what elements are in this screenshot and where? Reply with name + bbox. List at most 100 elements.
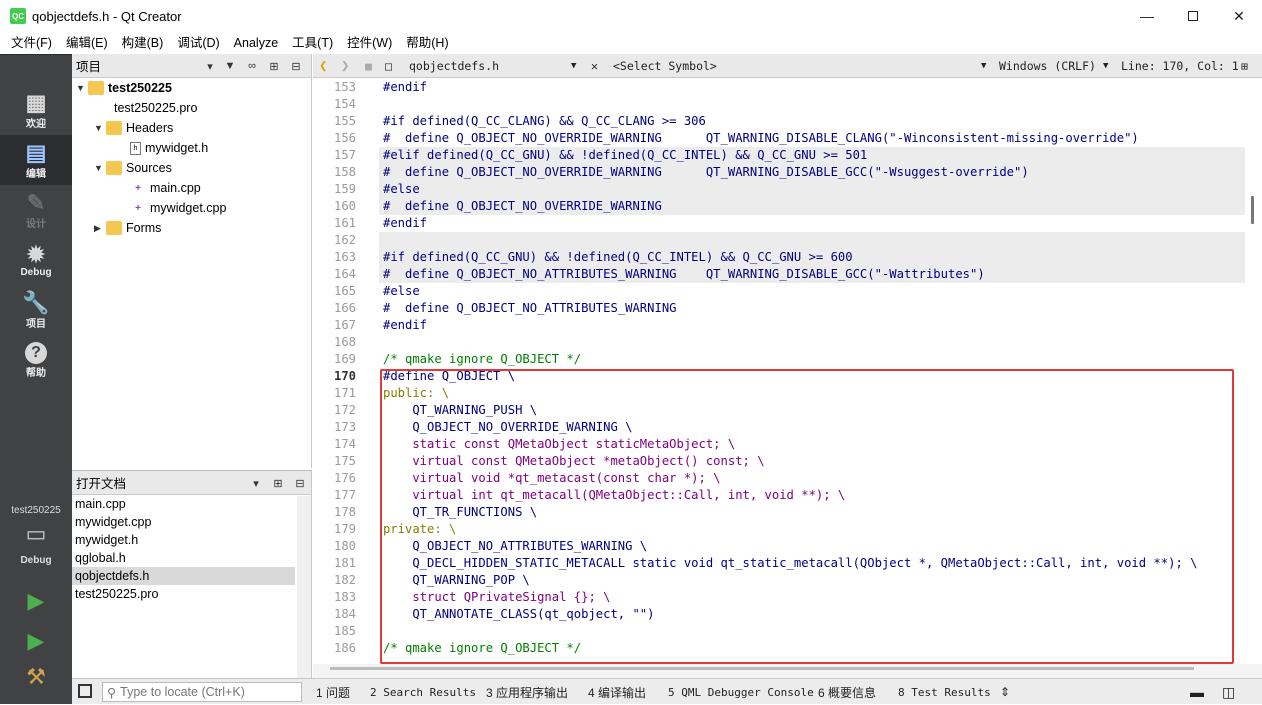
mode-debug[interactable]: ✹ Debug xyxy=(0,235,72,285)
mode-projects[interactable]: 🔧 项目 xyxy=(0,285,72,335)
code-line[interactable]: # define Q_OBJECT_NO_OVERRIDE_WARNING QT… xyxy=(379,164,1245,181)
tree-item-pro[interactable]: test250225.pro xyxy=(114,98,197,118)
menu-file[interactable]: 文件(F) xyxy=(4,32,59,54)
split-icon[interactable]: ⊞ xyxy=(268,471,288,495)
close-file-icon[interactable]: ✕ xyxy=(591,54,598,78)
line-ending-selector[interactable]: Windows (CRLF) xyxy=(999,54,1096,78)
tree-sources[interactable]: ▼ Sources xyxy=(94,158,172,178)
tab-general-messages[interactable]: 6 概要信息 xyxy=(818,679,876,705)
code-line[interactable]: #else xyxy=(379,283,1245,300)
code-line[interactable]: # define Q_OBJECT_NO_ATTRIBUTES_WARNING … xyxy=(379,266,1245,283)
code-line[interactable]: #else xyxy=(379,181,1245,198)
menu-analyze[interactable]: Analyze xyxy=(227,32,285,54)
debug-run-icon[interactable]: ▶ xyxy=(22,627,50,655)
chevron-down-icon[interactable]: ▾ xyxy=(200,54,220,78)
open-doc-item[interactable]: main.cpp xyxy=(72,495,295,513)
code-line[interactable] xyxy=(379,232,1245,249)
filter-icon[interactable]: ▼ xyxy=(220,54,240,78)
tabs-overflow-icon[interactable]: ⇕ xyxy=(1000,679,1010,705)
tree-headers[interactable]: ▼ Headers xyxy=(94,118,173,138)
line-number: 180 xyxy=(333,539,356,553)
chevron-down-icon[interactable]: ▼ xyxy=(94,123,106,133)
close-window-button[interactable]: ✕ xyxy=(1216,0,1262,32)
line-number: 167 xyxy=(333,318,356,332)
editor-vertical-scrollbar[interactable] xyxy=(1245,79,1262,669)
close-pane-icon[interactable]: ⊟ xyxy=(290,471,310,495)
line-number: 183 xyxy=(333,590,356,604)
chevron-down-icon[interactable]: ▼ xyxy=(76,83,88,93)
monitor-icon[interactable]: ▭ xyxy=(22,521,50,546)
close-pane-icon[interactable]: ⊟ xyxy=(286,54,306,78)
minimize-button[interactable]: — xyxy=(1124,0,1170,32)
back-icon[interactable]: ❮ xyxy=(319,54,327,78)
code-line[interactable]: # define Q_OBJECT_NO_ATTRIBUTES_WARNING xyxy=(379,300,1245,317)
code-line[interactable]: #if defined(Q_CC_CLANG) && Q_CC_CLANG >=… xyxy=(379,113,1245,130)
cursor-position[interactable]: Line: 170, Col: 1 xyxy=(1121,54,1239,78)
chevron-down-icon[interactable]: ▼ xyxy=(1103,54,1108,78)
symbol-selector[interactable]: <Select Symbol> xyxy=(613,54,717,78)
tree-item-mywidget-h[interactable]: h mywidget.h xyxy=(130,138,208,158)
run-icon[interactable]: ▶ xyxy=(22,587,50,615)
editor-horizontal-thumb[interactable] xyxy=(330,667,1194,670)
locator-input[interactable]: ⚲ Type to locate (Ctrl+K) xyxy=(102,682,302,702)
mode-help-label: 帮助 xyxy=(26,367,46,379)
forward-icon[interactable]: ❯ xyxy=(341,54,349,78)
mode-design[interactable]: ✎ 设计 xyxy=(0,185,72,235)
tab-qml-debugger-console[interactable]: 5 QML Debugger Console xyxy=(668,679,814,705)
code-line[interactable]: # define Q_OBJECT_NO_OVERRIDE_WARNING xyxy=(379,198,1245,215)
tree-item-main-cpp[interactable]: + main.cpp xyxy=(130,178,201,198)
menu-tools[interactable]: 工具(T) xyxy=(285,32,340,54)
chevron-right-icon[interactable]: ▶ xyxy=(94,223,106,234)
open-documents-scrollbar[interactable] xyxy=(297,496,311,679)
menu-debug[interactable]: 调试(D) xyxy=(170,32,226,54)
kit-build-config[interactable]: Debug xyxy=(0,555,72,566)
right-sidebar-toggle-icon[interactable]: ◫ xyxy=(1222,679,1235,705)
line-number: 165 xyxy=(333,284,356,298)
code-line[interactable]: #endif xyxy=(379,79,1245,96)
line-number: 172 xyxy=(333,403,356,417)
code-line[interactable]: # define Q_OBJECT_NO_OVERRIDE_WARNING QT… xyxy=(379,130,1245,147)
open-doc-item-selected[interactable]: qobjectdefs.h xyxy=(72,567,295,585)
code-line[interactable]: #if defined(Q_CC_GNU) && !defined(Q_CC_I… xyxy=(379,249,1245,266)
open-doc-item[interactable]: mywidget.cpp xyxy=(72,513,295,531)
code-line[interactable]: #endif xyxy=(379,215,1245,232)
hammer-icon[interactable]: ⚒ xyxy=(22,663,50,691)
menu-widgets[interactable]: 控件(W) xyxy=(340,32,399,54)
tree-label: Headers xyxy=(126,121,174,135)
mode-projects-label: 项目 xyxy=(26,318,46,330)
chevron-down-icon[interactable]: ▼ xyxy=(981,54,986,78)
tab-issues[interactable]: 1 问题 xyxy=(316,679,350,705)
tab-application-output[interactable]: 3 应用程序输出 xyxy=(486,679,568,705)
code-line[interactable]: #elif defined(Q_CC_GNU) && !defined(Q_CC… xyxy=(379,147,1245,164)
tab-compile-output[interactable]: 4 编译输出 xyxy=(588,679,646,705)
open-doc-item[interactable]: test250225.pro xyxy=(72,585,295,603)
chevron-down-icon[interactable]: ▾ xyxy=(246,471,266,495)
mode-welcome[interactable]: ▦ 欢迎 xyxy=(0,85,72,135)
tree-item-mywidget-cpp[interactable]: + mywidget.cpp xyxy=(130,198,226,218)
mode-edit-label: 编辑 xyxy=(26,168,46,180)
menu-help[interactable]: 帮助(H) xyxy=(399,32,455,54)
tab-search-results[interactable]: 2 Search Results xyxy=(370,679,476,705)
menu-edit[interactable]: 编辑(E) xyxy=(59,32,115,54)
editor-scroll-thumb[interactable] xyxy=(1251,196,1254,224)
tab-test-results[interactable]: 8 Test Results xyxy=(898,679,991,705)
chevron-down-icon[interactable]: ▼ xyxy=(571,54,576,78)
tree-project-root[interactable]: ▼ test250225 xyxy=(76,78,172,98)
tree-forms[interactable]: ▶ Forms xyxy=(94,218,161,238)
open-doc-item[interactable]: qglobal.h xyxy=(72,549,295,567)
chevron-down-icon[interactable]: ▼ xyxy=(94,163,106,173)
output-toggle-icon[interactable]: ▬ xyxy=(1190,679,1204,705)
tree-label: mywidget.cpp xyxy=(150,201,227,215)
mode-help[interactable]: ? 帮助 xyxy=(0,335,72,385)
link-icon[interactable]: ∞ xyxy=(242,54,262,78)
code-line[interactable]: /* qmake ignore Q_OBJECT */ xyxy=(379,351,1245,368)
menu-build[interactable]: 构建(B) xyxy=(115,32,171,54)
sidebar-toggle-icon[interactable] xyxy=(78,684,92,698)
open-doc-item[interactable]: mywidget.h xyxy=(72,531,295,549)
mode-edit[interactable]: ▤ 编辑 xyxy=(0,135,72,185)
split-icon[interactable]: ⊞ xyxy=(264,54,284,78)
maximize-button[interactable] xyxy=(1170,0,1216,32)
current-file-selector[interactable]: qobjectdefs.h xyxy=(409,54,499,78)
code-line[interactable]: #endif xyxy=(379,317,1245,334)
split-icon[interactable]: ⊞ xyxy=(1241,54,1248,78)
